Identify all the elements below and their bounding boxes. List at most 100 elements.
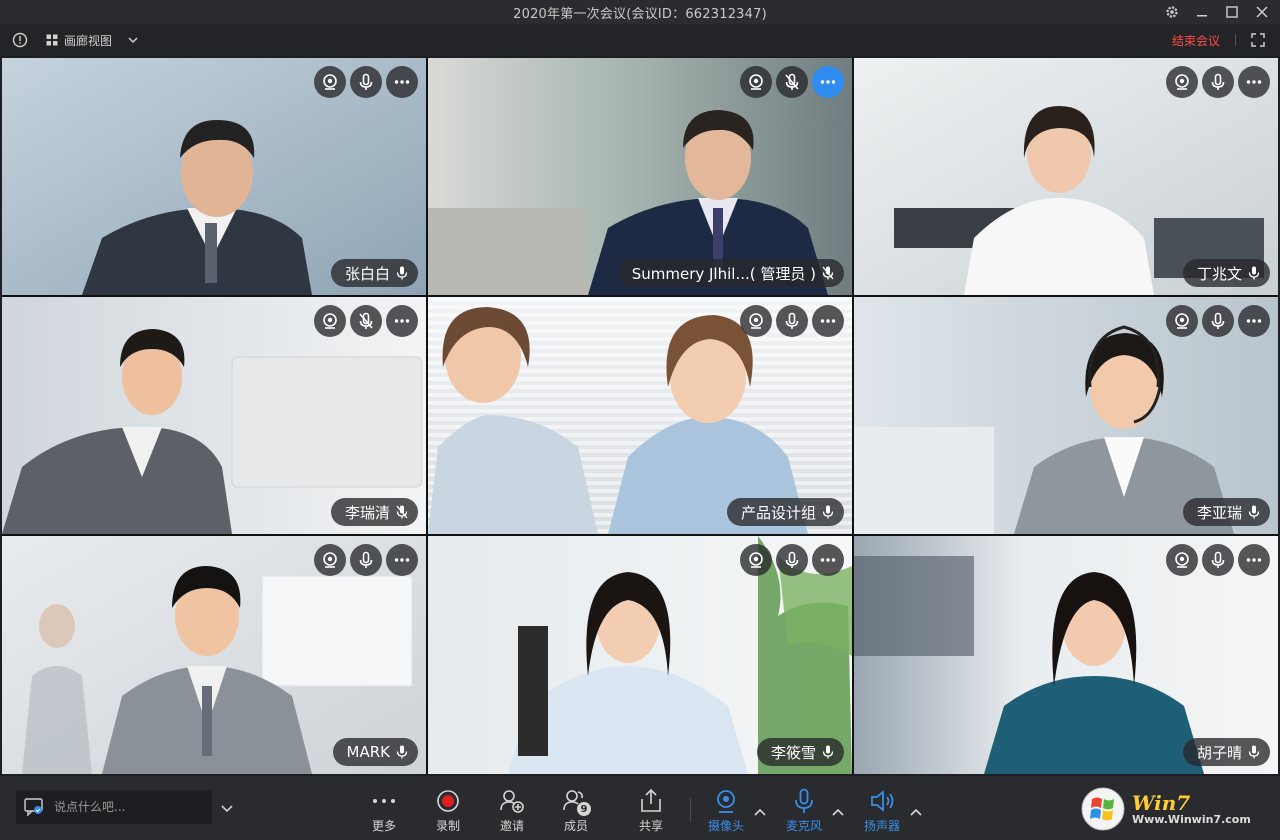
webcam-icon [747, 312, 765, 330]
camera-options-caret[interactable] [754, 802, 766, 812]
participant-name: Summery Jlhil...( 管理员 ) [632, 263, 816, 284]
camera-toggle-button[interactable] [1166, 544, 1198, 576]
members-count-badge: 9 [577, 802, 591, 816]
camera-toggle-button[interactable] [740, 544, 772, 576]
more-options-button[interactable] [812, 305, 844, 337]
participant-tile[interactable]: 胡子晴 [854, 536, 1278, 774]
end-meeting-button[interactable]: 结束会议 [1172, 32, 1220, 49]
participant-tile[interactable]: 李筱雪 [428, 536, 852, 774]
participant-tile[interactable]: MARK [2, 536, 426, 774]
settings-button[interactable] [1160, 0, 1184, 24]
camera-toggle-button[interactable] [314, 305, 346, 337]
share-button[interactable]: 共享 [627, 788, 675, 834]
mic-toggle-button[interactable] [776, 544, 808, 576]
microphone-icon [783, 312, 801, 330]
microphone-muted-icon [783, 73, 801, 91]
more-options-button[interactable] [386, 305, 418, 337]
participant-tile[interactable]: 李亚瑞 [854, 297, 1278, 534]
participant-name-badge: 产品设计组 [727, 498, 844, 526]
more-options-button[interactable] [1238, 66, 1270, 98]
tile-controls [1166, 66, 1270, 98]
tile-controls [740, 305, 844, 337]
participant-tile[interactable]: 丁兆文 [854, 58, 1278, 295]
record-icon [436, 789, 460, 813]
view-switch-dropdown[interactable]: 画廊视图 [46, 30, 138, 50]
participant-name: 李筱雪 [771, 742, 816, 763]
mic-on-small-icon [396, 266, 408, 280]
invite-button[interactable]: 邀请 [488, 788, 536, 834]
share-icon [639, 788, 663, 814]
mic-toggle-button[interactable] [1202, 305, 1234, 337]
watermark-brand: Win7 [1132, 792, 1251, 814]
more-options-button[interactable] [812, 544, 844, 576]
microphone-muted-icon [357, 312, 375, 330]
camera-toggle-button[interactable] [1166, 305, 1198, 337]
fullscreen-button[interactable] [1250, 32, 1266, 48]
speaker-options-caret[interactable] [910, 802, 922, 812]
participant-name: 胡子晴 [1197, 742, 1242, 763]
participant-tile[interactable]: 产品设计组 [428, 297, 852, 534]
chevron-up-icon [832, 807, 844, 817]
participant-name: 产品设计组 [741, 502, 816, 523]
camera-toggle-button[interactable] [740, 305, 772, 337]
microphone-button[interactable]: 麦克风 [780, 788, 828, 834]
mic-toggle-button[interactable] [1202, 66, 1234, 98]
camera-toggle-button[interactable] [314, 544, 346, 576]
more-actions-button[interactable]: 更多 [360, 788, 408, 834]
participant-tile[interactable]: 李瑞清 [2, 297, 426, 534]
minimize-button[interactable] [1190, 0, 1214, 24]
mic-toggle-button[interactable] [350, 305, 382, 337]
chat-expand-button[interactable] [220, 800, 234, 814]
camera-toggle-button[interactable] [740, 66, 772, 98]
webcam-icon [321, 312, 339, 330]
more-actions-label: 更多 [372, 817, 396, 834]
microphone-icon [1209, 73, 1227, 91]
speaker-label: 扬声器 [864, 817, 900, 834]
webcam-icon [714, 788, 738, 814]
mic-muted-small-icon [396, 505, 408, 519]
mic-muted-small-icon [822, 266, 834, 280]
camera-toggle-button[interactable] [314, 66, 346, 98]
mic-toggle-button[interactable] [776, 66, 808, 98]
window-controls [1160, 0, 1274, 24]
webcam-icon [1173, 73, 1191, 91]
participant-tile[interactable]: 张白白 [2, 58, 426, 295]
maximize-button[interactable] [1220, 0, 1244, 24]
chevron-down-icon [128, 36, 138, 44]
meeting-info-button[interactable] [12, 32, 28, 48]
participant-name-badge: 胡子晴 [1183, 738, 1270, 766]
mic-toggle-button[interactable] [1202, 544, 1234, 576]
speaker-button[interactable]: 扬声器 [858, 788, 906, 834]
participant-tile[interactable]: Summery Jlhil...( 管理员 ) [428, 58, 852, 295]
camera-toggle-button[interactable] [1166, 66, 1198, 98]
chat-box[interactable] [16, 790, 212, 824]
mic-toggle-button[interactable] [350, 544, 382, 576]
mic-toggle-button[interactable] [350, 66, 382, 98]
microphone-options-caret[interactable] [832, 802, 844, 812]
more-options-button[interactable] [812, 66, 844, 98]
chat-bubble-icon [24, 798, 44, 816]
chevron-down-icon [220, 801, 234, 815]
more-options-button[interactable] [1238, 544, 1270, 576]
members-button[interactable]: 9 成员 [552, 788, 600, 834]
mic-toggle-button[interactable] [776, 305, 808, 337]
share-label: 共享 [639, 817, 663, 834]
close-button[interactable] [1250, 0, 1274, 24]
fullscreen-icon [1250, 32, 1266, 48]
more-options-button[interactable] [1238, 305, 1270, 337]
more-dots-icon [819, 551, 837, 569]
webcam-icon [1173, 551, 1191, 569]
record-button[interactable]: 录制 [424, 788, 472, 834]
microphone-icon [357, 551, 375, 569]
chevron-up-icon [910, 807, 922, 817]
participant-name-badge: Summery Jlhil...( 管理员 ) [618, 259, 844, 287]
tile-controls [314, 66, 418, 98]
record-label: 录制 [436, 817, 460, 834]
camera-button[interactable]: 摄像头 [702, 788, 750, 834]
chevron-up-icon [754, 807, 766, 817]
tile-controls [1166, 544, 1270, 576]
more-options-button[interactable] [386, 66, 418, 98]
chat-input[interactable] [54, 800, 194, 814]
more-options-button[interactable] [386, 544, 418, 576]
title-bar: 2020年第一次会议(会议ID：662312347) [0, 0, 1280, 24]
